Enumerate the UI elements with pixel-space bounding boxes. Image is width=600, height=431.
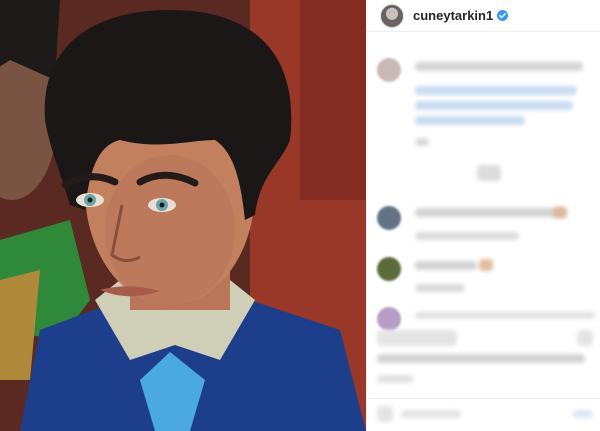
caption-link[interactable] (415, 86, 577, 95)
comment-text (415, 208, 565, 217)
load-more-icon[interactable] (477, 165, 501, 181)
caption-time (415, 138, 429, 146)
comment-meta (415, 284, 465, 292)
comment-text (415, 312, 595, 319)
likes-text[interactable] (377, 354, 585, 363)
comment-avatar[interactable] (377, 307, 401, 331)
left-pupil (87, 197, 93, 203)
comment-avatar[interactable] (377, 206, 401, 230)
caption-link[interactable] (415, 116, 525, 125)
instagram-post: cuneytarkin1 (0, 0, 600, 431)
emoji-icon[interactable] (377, 406, 393, 422)
username-link[interactable]: cuneytarkin1 (413, 8, 493, 23)
post-sidebar: cuneytarkin1 (366, 0, 600, 431)
portrait-illustration (0, 0, 366, 431)
verified-badge-icon (497, 10, 509, 21)
right-pupil (159, 202, 165, 208)
divider (367, 398, 600, 399)
post-timestamp (377, 375, 413, 383)
comment-meta (415, 232, 519, 240)
comment-emoji (479, 259, 493, 271)
action-icons[interactable] (377, 330, 457, 346)
dark-curtain-fold (300, 0, 366, 200)
post-photo[interactable] (0, 0, 366, 431)
post-header: cuneytarkin1 (367, 0, 600, 32)
comment-avatar[interactable] (377, 257, 401, 281)
comment-text (415, 261, 477, 270)
post-comment-button[interactable] (573, 410, 593, 418)
comment-emoji (553, 207, 567, 218)
caption-link[interactable] (415, 101, 573, 110)
save-icon[interactable] (577, 330, 593, 346)
caption-line (415, 62, 583, 71)
add-comment-input[interactable] (401, 410, 461, 418)
profile-avatar[interactable] (380, 3, 404, 28)
caption-avatar[interactable] (377, 58, 401, 82)
